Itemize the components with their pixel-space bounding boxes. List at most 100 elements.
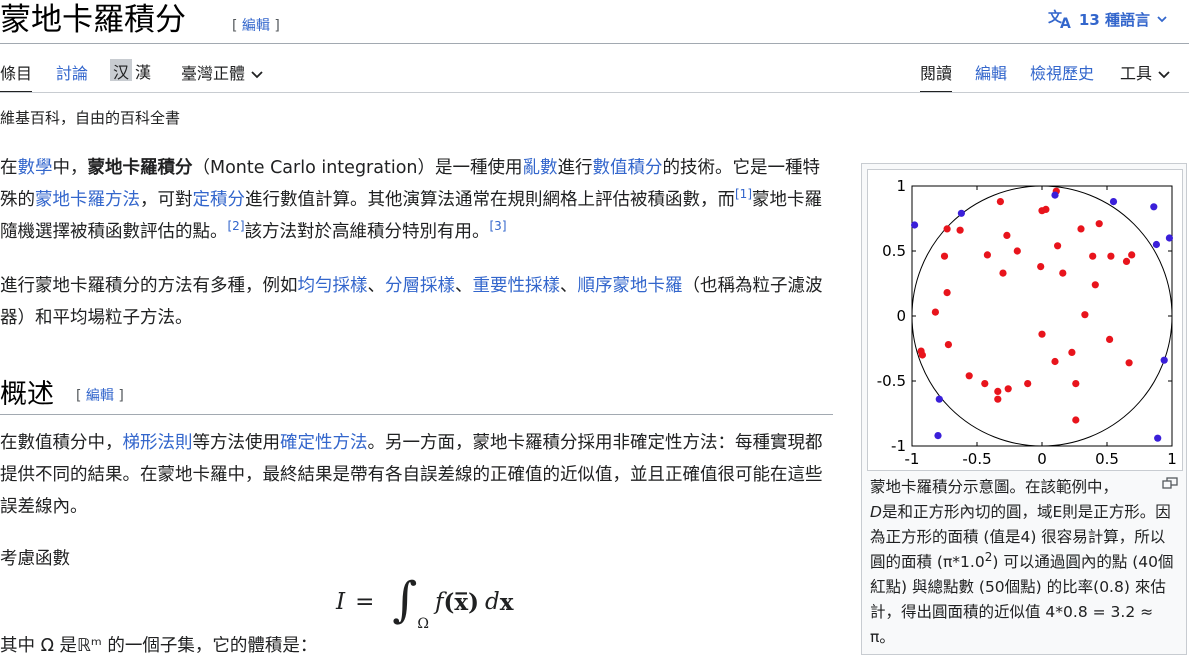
inside-point [1024, 380, 1032, 388]
link-random[interactable]: 亂數 [523, 158, 558, 178]
title-divider [0, 43, 1189, 44]
link-deterministic-method[interactable]: 確定性方法 [280, 433, 368, 453]
outside-point [1152, 240, 1160, 249]
text: 中， [52, 158, 88, 178]
link-trapezoidal-rule[interactable]: 梯形法則 [123, 433, 193, 453]
text: 、 [560, 276, 578, 296]
tabs-divider [0, 92, 1189, 93]
subset-text: 其中 Ω 是ℝᵐ 的一個子集，它的體積是： [0, 636, 318, 656]
section-heading: 概述 [ 編輯 ] [0, 372, 833, 415]
tab-talk[interactable]: 討論 [56, 60, 88, 84]
chevron-down-icon [1157, 16, 1167, 23]
title-edit-button[interactable]: 編輯 [242, 18, 270, 34]
formula-equals: = [355, 589, 375, 615]
reference-1[interactable]: [1] [735, 187, 752, 201]
inside-point [1054, 242, 1062, 250]
y-tick-label: -1 [891, 437, 906, 455]
inscribed-circle [911, 185, 1173, 447]
text: 蒙地卡羅積分示意圖。在該範例中， [870, 478, 1119, 496]
tab-edit[interactable]: 編輯 [975, 60, 1007, 84]
monte-carlo-chart[interactable]: -1 -0.5 0 0.5 1 1 0.5 0 -0.5 -1 [867, 169, 1183, 471]
inside-point [1122, 257, 1131, 265]
formula-lhs: I [336, 589, 346, 615]
figure-caption: 蒙地卡羅積分示意圖。在該範例中， D是和正方形內切的圓，域E則是正方形。因為正方形… [870, 475, 1176, 650]
link-sequential-monte-carlo[interactable]: 順序蒙地卡羅 [578, 276, 683, 296]
inside-point [956, 226, 964, 234]
text: ] [113, 388, 124, 404]
y-tick-label: 1 [896, 177, 906, 195]
inside-point [1128, 251, 1136, 259]
language-button[interactable]: 文 A 13 種語言 [1047, 8, 1168, 30]
reference-3[interactable]: [3] [490, 219, 507, 233]
x-tick-label: -0.5 [962, 450, 991, 468]
y-tick-label: 0.5 [882, 242, 906, 260]
inside-point [1077, 225, 1085, 233]
formula-arg: (x̅) [443, 588, 479, 616]
inside-point [940, 252, 949, 260]
formula-x: x [499, 588, 514, 616]
text: 進行數值計算。其他演算法通常在規則網格上評估被積函數，而 [245, 190, 735, 210]
link-stratified-sampling[interactable]: 分層採樣 [385, 276, 455, 296]
bold-term: 蒙地卡羅積分 [87, 158, 193, 178]
caption-d: D [870, 503, 882, 521]
inside-point [1072, 416, 1080, 424]
inside-point [1107, 252, 1115, 260]
inside-point [1003, 231, 1011, 239]
outside-point [1150, 203, 1158, 211]
outside-point [1051, 191, 1059, 199]
inside-point [1059, 269, 1067, 277]
link-definite-integral[interactable]: 定積分 [193, 190, 246, 210]
text: 等方法使用 [192, 433, 281, 453]
inside-point [1068, 348, 1076, 356]
link-numerical-integration[interactable]: 數值積分 [593, 158, 663, 178]
site-tagline: 維基百科，自由的百科全書 [0, 109, 181, 127]
translate-icon: 文 A [1048, 9, 1071, 30]
inside-point [1042, 205, 1050, 213]
tools-label: 工具 [1120, 64, 1153, 83]
inside-point [996, 198, 1004, 206]
inside-point [994, 387, 1002, 395]
inside-point [1038, 330, 1046, 338]
outside-point [935, 395, 943, 403]
tab-article[interactable]: 條目 [0, 60, 33, 93]
inside-point [965, 372, 973, 380]
y-tick-label: -0.5 [877, 372, 906, 390]
plot-frame [911, 185, 1173, 447]
inside-point [943, 225, 951, 233]
x-tick-label: 0 [1037, 450, 1047, 468]
text: 在 [0, 158, 18, 178]
inside-point [944, 341, 952, 349]
methods-paragraph: 進行蒙地卡羅積分的方法有多種，例如均勻採樣、分層採樣、重要性採樣、順序蒙地卡羅（… [0, 270, 830, 334]
tools-dropdown[interactable]: 工具 [1120, 60, 1170, 84]
section-edit-button[interactable]: 編輯 [86, 388, 114, 404]
inside-point [999, 269, 1007, 277]
link-math[interactable]: 數學 [18, 158, 53, 178]
inside-point [1089, 252, 1097, 260]
link-uniform-sampling[interactable]: 均勻採樣 [298, 276, 368, 296]
inside-point [981, 380, 989, 388]
outside-point [957, 209, 965, 217]
title-edit-close: ] [269, 18, 280, 34]
tab-history[interactable]: 檢視歷史 [1030, 60, 1094, 84]
text: 進行蒙地卡羅積分的方法有多種，例如 [0, 276, 298, 296]
inside-point [1072, 380, 1080, 388]
outside-point [911, 221, 919, 229]
variant-dropdown[interactable]: 臺灣正體 [181, 60, 263, 84]
outside-point [934, 432, 942, 440]
link-importance-sampling[interactable]: 重要性採樣 [473, 276, 561, 296]
outside-point [1165, 234, 1173, 242]
chevron-down-icon [251, 70, 263, 78]
variant-simplified[interactable]: 汉 [110, 59, 133, 82]
inside-point [1095, 220, 1103, 228]
inside-point [931, 308, 939, 316]
reference-2[interactable]: [2] [228, 219, 245, 233]
figure-box: -1 -0.5 0 0.5 1 1 0.5 0 -0.5 -1 蒙地卡羅積分示意圖。在該範例中， D… [861, 163, 1187, 655]
inside-point [1081, 311, 1089, 319]
link-monte-carlo-method[interactable]: 蒙地卡羅方法 [35, 190, 140, 210]
formula-f: f [435, 589, 444, 615]
tab-read[interactable]: 閱讀 [920, 60, 953, 93]
integral-formula: I = ∫ Ω f (x̅) d x [336, 576, 514, 632]
variant-traditional[interactable]: 漢 [132, 59, 154, 82]
overview-paragraph: 在數值積分中，梯形法則等方法使用確定性方法。另一方面，蒙地卡羅積分採用非確定性方… [0, 427, 830, 523]
svg-text:A: A [1060, 16, 1071, 30]
